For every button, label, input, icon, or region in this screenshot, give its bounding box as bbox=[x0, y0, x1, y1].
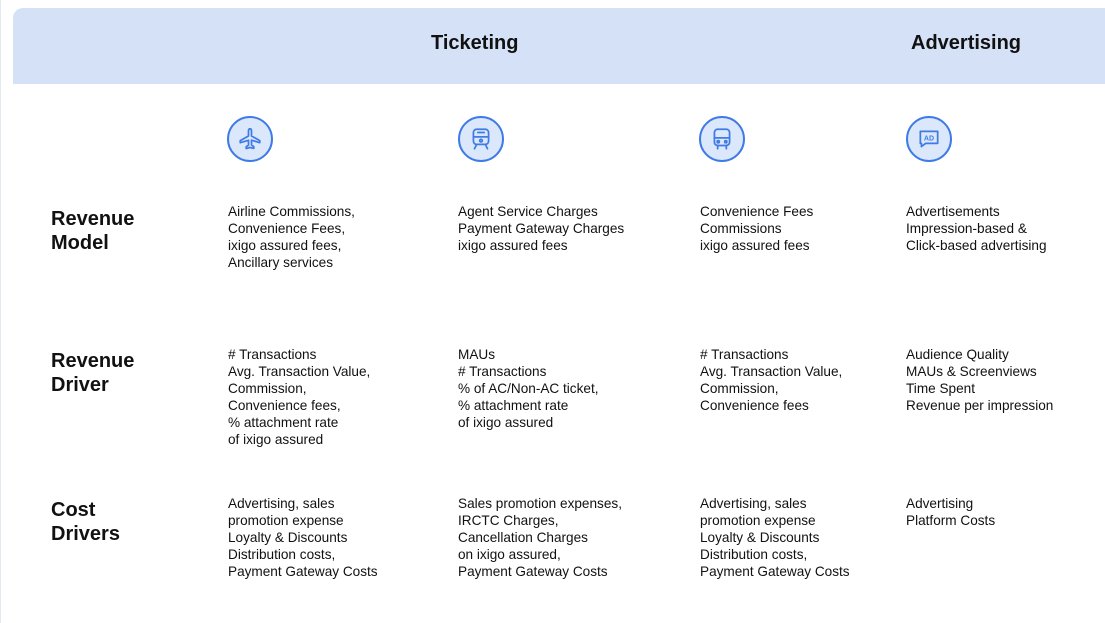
cell-revenue-driver-train: MAUs # Transactions % of AC/Non-AC ticke… bbox=[458, 347, 599, 430]
cell-revenue-model-train: Agent Service Charges Payment Gateway Ch… bbox=[458, 204, 625, 253]
ad-icon: AD bbox=[906, 116, 952, 162]
train-icon bbox=[458, 116, 504, 162]
row-label-revenue-model: Revenue Model bbox=[51, 208, 135, 254]
cell-revenue-driver-airline: # Transactions Avg. Transaction Value, C… bbox=[228, 347, 371, 447]
cell-cost-drivers-train: Sales promotion expenses, IRCTC Charges,… bbox=[458, 496, 622, 579]
svg-text:AD: AD bbox=[924, 135, 934, 142]
cell-revenue-model-advertising: Advertisements Impression-based & Click-… bbox=[906, 204, 1047, 253]
header-ticketing: Ticketing bbox=[431, 32, 519, 54]
cell-revenue-driver-advertising: Audience Quality MAUs & Screenviews Time… bbox=[906, 347, 1054, 413]
airplane-icon bbox=[227, 116, 273, 162]
header-advertising: Advertising bbox=[911, 32, 1022, 54]
cell-cost-drivers-airline: Advertising, sales promotion expense Loy… bbox=[228, 496, 378, 579]
cell-revenue-model-airline: Airline Commissions, Convenience Fees, i… bbox=[228, 204, 355, 270]
row-label-revenue-driver: Revenue Driver bbox=[51, 350, 135, 396]
cell-revenue-driver-bus: # Transactions Avg. Transaction Value, C… bbox=[700, 347, 843, 413]
row-label-cost-drivers: Cost Drivers bbox=[51, 499, 120, 545]
bus-icon bbox=[699, 116, 745, 162]
cell-cost-drivers-bus: Advertising, sales promotion expense Loy… bbox=[700, 496, 850, 579]
cell-revenue-model-bus: Convenience Fees Commissions ixigo assur… bbox=[700, 204, 814, 253]
cell-cost-drivers-advertising: Advertising Platform Costs bbox=[906, 496, 996, 528]
business-model-table: Ticketing Advertising AD Revenue Model A… bbox=[0, 0, 1105, 623]
